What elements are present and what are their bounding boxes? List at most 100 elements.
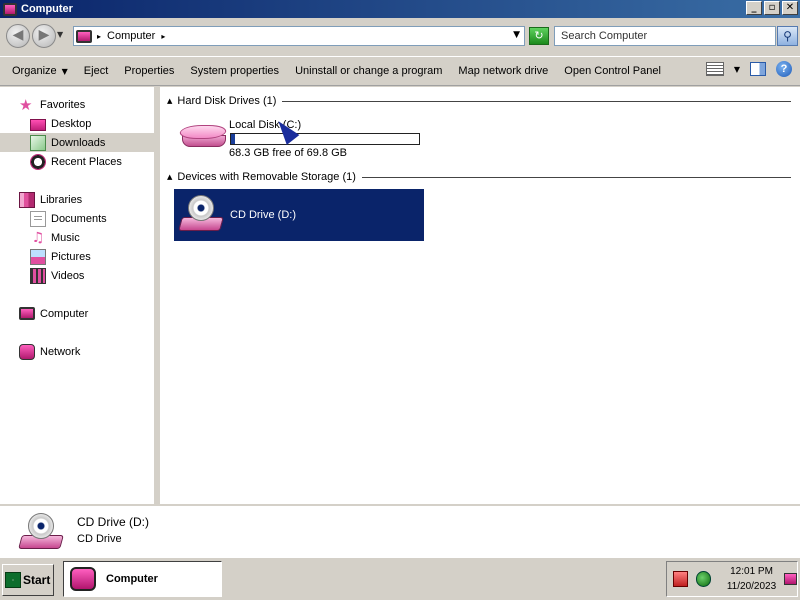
eject-button[interactable]: Eject [76, 61, 116, 81]
system-properties-button[interactable]: System properties [182, 61, 287, 81]
properties-button[interactable]: Properties [116, 61, 182, 81]
nav-label: Music [51, 231, 80, 244]
downloads-icon [30, 134, 46, 151]
nav-favorites[interactable]: ★ Favorites [0, 95, 157, 114]
collapse-icon[interactable]: ▲ [167, 97, 172, 105]
command-bar: Organize ▼ Eject Properties System proper… [0, 56, 800, 86]
nav-label: Favorites [40, 98, 86, 111]
drive-free-space: 68.3 GB free of 69.8 GB [229, 147, 348, 159]
details-pane: CD Drive (D:) CD Drive [0, 504, 800, 557]
nav-desktop[interactable]: Desktop [0, 114, 157, 133]
nav-label: Videos [51, 269, 85, 282]
clock[interactable]: 12:01 PM 11/20/2023 [723, 564, 779, 594]
documents-icon [30, 210, 46, 227]
window-controls: _ ▫ ✕ [746, 1, 798, 15]
organize-menu[interactable]: Organize ▼ [4, 61, 76, 81]
chevron-down-icon: ▼ [61, 67, 68, 76]
star-icon: ★ [19, 95, 33, 114]
group-header-removable-storage[interactable]: ▲ Devices with Removable Storage (1) [167, 170, 797, 184]
chevron-down-icon[interactable]: ▼ [513, 30, 520, 40]
chevron-down-icon[interactable]: ▼ [734, 65, 740, 74]
start-button[interactable]: Start [2, 564, 54, 596]
address-row: ◀ ▶ ▼ ▸ Computer ▸ ▼ ↻ Search Computer ⚲ [0, 18, 800, 56]
nav-label: Recent Places [51, 155, 122, 168]
address-bar[interactable]: ▸ Computer ▸ ▼ [73, 26, 525, 46]
nav-label: Documents [51, 212, 107, 225]
details-type: CD Drive [77, 533, 122, 545]
nav-label: Downloads [51, 136, 106, 149]
organize-label: Organize [12, 65, 57, 77]
drive-local-disk-c[interactable]: Local Disk (C:) 68.3 GB free of 69.8 GB [176, 113, 426, 163]
clock-date: 11/20/2023 [726, 581, 777, 592]
preview-pane-icon[interactable] [750, 62, 766, 76]
cd-drive-icon [18, 513, 64, 551]
recent-places-icon [30, 153, 46, 170]
forward-button[interactable]: ▶ [32, 24, 56, 48]
computer-icon [76, 29, 92, 43]
nav-recent-places[interactable]: Recent Places [0, 152, 157, 171]
nav-music[interactable]: ♫ Music [0, 228, 157, 247]
content-pane: ▲ Hard Disk Drives (1) Local Disk (C:) 6… [160, 87, 800, 504]
taskbar-item-label: Computer [106, 573, 158, 585]
cd-drive-icon [178, 195, 224, 233]
breadcrumb-computer[interactable]: Computer [107, 30, 155, 42]
pictures-icon [30, 248, 46, 265]
hard-drive-icon [177, 125, 229, 149]
search-input[interactable]: Search Computer [554, 26, 776, 46]
computer-icon [19, 307, 35, 320]
open-control-panel-button[interactable]: Open Control Panel [556, 61, 669, 81]
nav-network[interactable]: Network [0, 342, 157, 361]
nav-computer[interactable]: Computer [0, 304, 157, 323]
map-network-drive-button[interactable]: Map network drive [450, 61, 556, 81]
divider [282, 100, 791, 102]
uninstall-program-button[interactable]: Uninstall or change a program [287, 61, 450, 81]
chevron-right-icon[interactable]: ▸ [161, 32, 165, 41]
group-header-hard-disk-drives[interactable]: ▲ Hard Disk Drives (1) [167, 94, 797, 108]
close-button[interactable]: ✕ [782, 1, 798, 15]
navigation-pane: ★ Favorites Desktop Downloads Recent Pla… [0, 87, 157, 504]
capacity-bar-fill [231, 134, 235, 144]
start-label: Start [23, 573, 51, 587]
computer-icon [3, 2, 17, 16]
title-bar[interactable]: Computer _ ▫ ✕ [0, 0, 800, 18]
chevron-right-icon[interactable]: ▸ [97, 32, 101, 41]
nav-label: Libraries [40, 193, 83, 206]
drive-cd-drive-d[interactable]: CD Drive (D:) [174, 189, 424, 241]
action-center-icon[interactable] [673, 571, 689, 587]
collapse-icon[interactable]: ▲ [167, 173, 172, 181]
window-title: Computer [21, 3, 73, 15]
nav-pictures[interactable]: Pictures [0, 247, 157, 266]
system-tray: 12:01 PM 11/20/2023 [666, 561, 798, 597]
nav-videos[interactable]: Videos [0, 266, 157, 285]
taskbar-item-computer[interactable]: Computer [63, 561, 222, 597]
details-name: CD Drive (D:) [77, 515, 149, 529]
nav-label: Pictures [51, 250, 91, 263]
change-view-icon[interactable] [705, 62, 724, 76]
recent-pages-dropdown[interactable]: ▼ [57, 30, 63, 39]
show-desktop-icon[interactable] [783, 573, 797, 585]
windows-logo-icon [5, 572, 21, 588]
nav-downloads[interactable]: Downloads [0, 133, 157, 152]
network-icon [19, 343, 35, 360]
computer-icon [70, 567, 96, 591]
view-controls: ▼ ? [705, 61, 792, 77]
nav-documents[interactable]: Documents [0, 209, 157, 228]
videos-icon [30, 267, 46, 284]
nav-label: Desktop [51, 117, 92, 130]
minimize-button[interactable]: _ [746, 1, 762, 15]
desktop-icon [30, 118, 46, 131]
divider [361, 176, 791, 178]
music-icon: ♫ [31, 229, 45, 246]
group-header-label: Devices with Removable Storage (1) [177, 171, 356, 183]
network-status-icon[interactable] [696, 571, 712, 587]
nav-libraries[interactable]: Libraries [0, 190, 157, 209]
libraries-icon [19, 191, 35, 208]
nav-label: Network [40, 345, 81, 358]
search-icon[interactable]: ⚲ [777, 26, 798, 46]
help-icon[interactable]: ? [776, 61, 792, 77]
group-header-label: Hard Disk Drives (1) [177, 95, 277, 107]
refresh-button[interactable]: ↻ [529, 27, 549, 45]
maximize-button[interactable]: ▫ [764, 1, 780, 15]
back-button[interactable]: ◀ [6, 24, 30, 48]
clock-time: 12:01 PM [730, 566, 773, 577]
